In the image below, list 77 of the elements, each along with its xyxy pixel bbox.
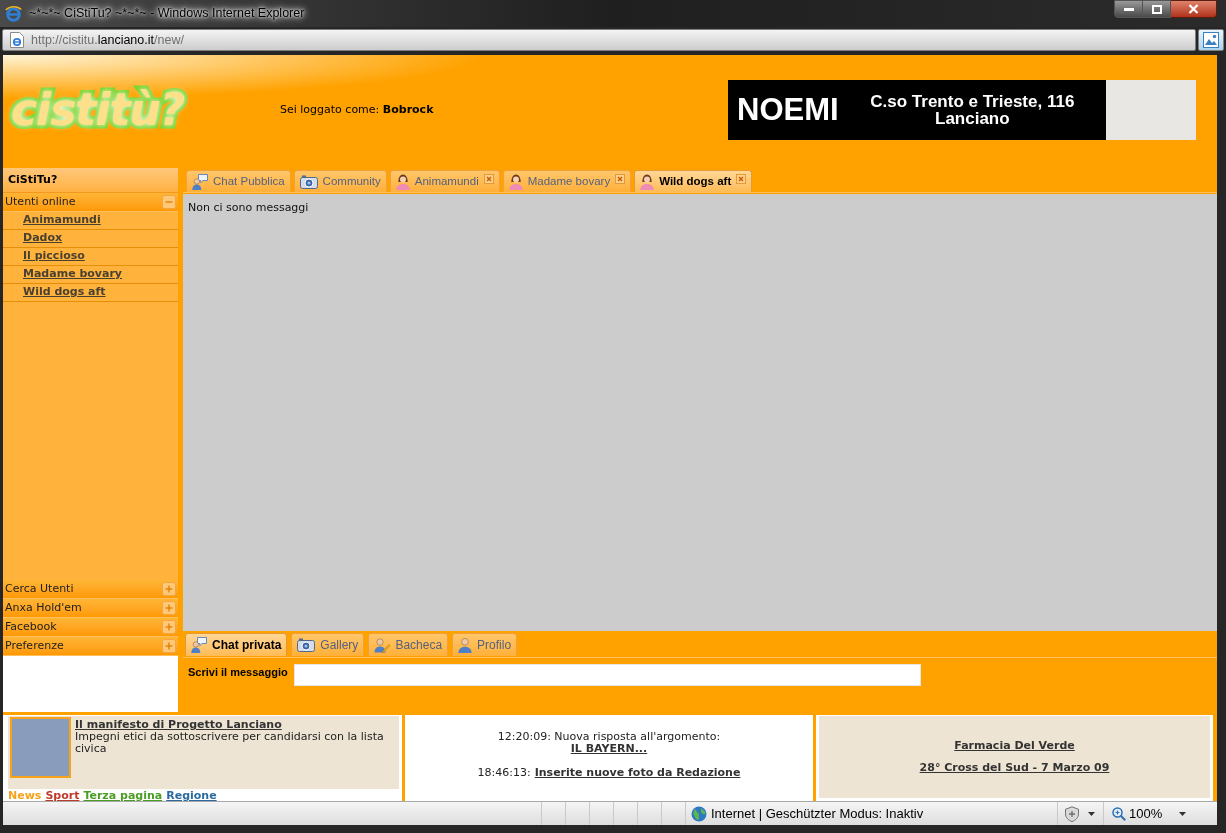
image-icon <box>1203 32 1219 48</box>
tab[interactable]: Profilo <box>452 633 518 656</box>
tab[interactable]: Chat privata <box>185 633 288 656</box>
category-link[interactable]: Sport <box>45 790 80 802</box>
security-zone-text: Internet | Geschützter Modus: Inaktiv <box>711 804 924 823</box>
sidebar-section-header[interactable]: Facebook <box>3 618 178 637</box>
user-link[interactable]: Wild dogs aft <box>23 284 106 301</box>
activity-text: 18:46:13: <box>477 767 531 779</box>
user-pencil-icon <box>374 637 391 653</box>
empty-message: Non ci sono messaggi <box>188 200 310 216</box>
tab[interactable]: Chat Pubblica <box>186 170 291 192</box>
maximize-button[interactable] <box>1143 0 1171 18</box>
user-icon <box>458 637 473 653</box>
url-text: http://cistitu.lanciano.it/new/ <box>31 31 184 49</box>
message-input[interactable] <box>293 664 921 686</box>
sidebar-title: CiStiTu? <box>3 168 178 193</box>
news-description: Impegni etici da sottoscrivere per candidarsi con la lista civica <box>75 731 385 755</box>
female-user-icon <box>395 173 410 190</box>
globe-icon <box>691 805 707 822</box>
activity-text: 12:20:09: Nuova risposta all'argomento: <box>497 731 721 743</box>
tab[interactable]: Madame bovary <box>502 170 632 192</box>
sidebar-section-header[interactable]: Cerca Utenti <box>3 580 178 599</box>
category-link[interactable]: Terza pagina <box>83 790 163 802</box>
window-title: ~*~*~ CiStiTu? ~*~*~ - Windows Internet Explorer <box>28 4 307 23</box>
category-link[interactable]: Regione <box>166 790 217 802</box>
news-title-link[interactable]: Il manifesto di Progetto Lanciano <box>75 718 398 731</box>
page-icon <box>10 32 24 48</box>
minus-icon[interactable] <box>162 195 176 209</box>
close-window-button[interactable] <box>1171 0 1217 18</box>
tab[interactable]: Animamundi <box>389 170 500 192</box>
tab[interactable]: Community <box>293 170 387 192</box>
banner-brand: NOEMI <box>736 93 839 127</box>
plus-icon[interactable] <box>162 639 176 653</box>
caret-icon <box>1179 811 1187 816</box>
plus-icon[interactable] <box>162 582 176 596</box>
close-icon <box>1188 4 1199 14</box>
minimize-icon <box>1123 7 1134 11</box>
advertisement-banner[interactable]: NOEMI C.so Trento e Trieste, 116 Lanciano <box>728 80 1196 140</box>
user-link[interactable]: Madame bovary <box>23 266 123 283</box>
user-link[interactable]: Il piccioso <box>23 248 85 265</box>
camera-icon <box>297 638 316 652</box>
tab[interactable]: Gallery <box>291 633 365 656</box>
sidebar-section-header[interactable]: Utenti online <box>3 193 178 212</box>
sidebar-section-header[interactable]: Anxa Hold'em <box>3 599 178 618</box>
banner-address-line: Lanciano <box>935 110 1010 127</box>
close-icon[interactable] <box>736 174 747 184</box>
message-label: Scrivi il messaggio <box>188 665 288 680</box>
sidebar-section-header[interactable]: Preferenze <box>3 637 178 656</box>
camera-icon <box>299 174 318 189</box>
shield-icon[interactable] <box>1064 805 1080 822</box>
female-user-icon <box>640 173 655 190</box>
plus-icon[interactable] <box>162 620 176 634</box>
address-bar-button[interactable] <box>1198 29 1224 51</box>
female-user-icon <box>508 173 523 190</box>
zoom-button[interactable]: 100% <box>1103 802 1197 825</box>
activity-link[interactable]: IL BAYERN... <box>570 743 648 755</box>
close-icon[interactable] <box>615 174 626 184</box>
minimize-button[interactable] <box>1114 0 1143 18</box>
tab[interactable]: Wild dogs aft <box>634 170 753 192</box>
promo-link[interactable]: 28° Cross del Sud - 7 Marzo 09 <box>919 762 1110 774</box>
activity-link[interactable]: Inserite nuove foto da Redazione <box>534 767 741 779</box>
close-icon[interactable] <box>483 174 494 184</box>
zoom-icon <box>1112 806 1126 821</box>
user-link[interactable]: Animamundi <box>23 212 101 229</box>
person-speech-bubble-icon <box>192 173 208 190</box>
caret-icon[interactable] <box>1088 811 1095 816</box>
tab[interactable]: Bacheca <box>368 633 449 656</box>
address-field[interactable]: http://cistitu.lanciano.it/new/ <box>2 29 1196 51</box>
plus-icon[interactable] <box>162 601 176 615</box>
login-status: Sei loggato come: Bobrock <box>280 101 434 118</box>
user-link[interactable]: Dadox <box>23 230 63 247</box>
maximize-icon <box>1151 4 1162 14</box>
browser-logo-icon <box>5 4 22 22</box>
banner-address-line: C.so Trento e Trieste, 116 <box>870 93 1075 110</box>
person-speech-bubble-icon <box>191 637 207 653</box>
photo-placeholder <box>10 717 71 778</box>
promo-link[interactable]: Farmacia Del Verde <box>954 740 1075 752</box>
